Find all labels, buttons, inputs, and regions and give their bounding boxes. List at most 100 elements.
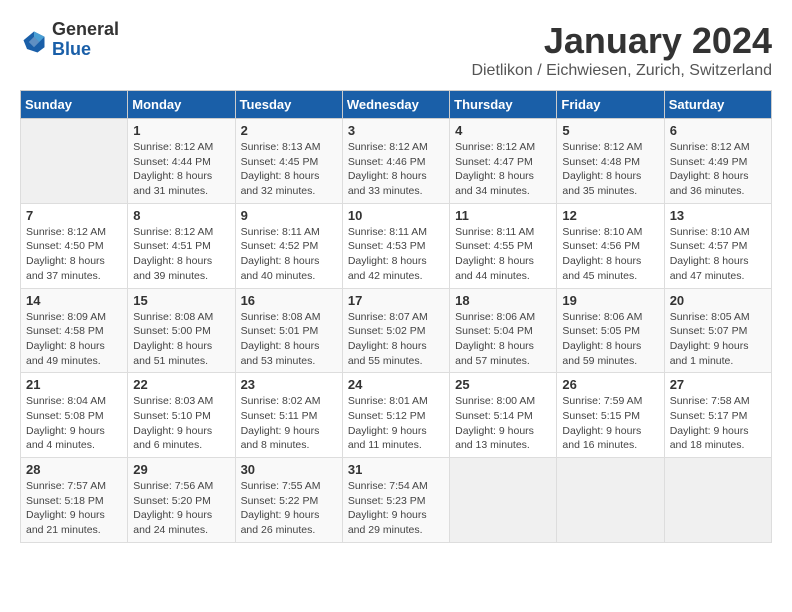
- calendar-cell: [664, 458, 771, 543]
- day-detail: Sunrise: 8:12 AMSunset: 4:51 PMDaylight:…: [133, 225, 229, 284]
- column-header-sunday: Sunday: [21, 91, 128, 119]
- day-detail: Sunrise: 8:12 AMSunset: 4:50 PMDaylight:…: [26, 225, 122, 284]
- calendar-cell: 15 Sunrise: 8:08 AMSunset: 5:00 PMDayligh…: [128, 288, 235, 373]
- calendar-cell: 24Sunrise: 8:01 AMSunset: 5:12 PMDayligh…: [342, 373, 449, 458]
- day-detail: Sunrise: 8:09 AMSunset: 4:58 PMDaylight:…: [26, 310, 122, 369]
- day-detail: Sunrise: 7:58 AMSunset: 5:17 PMDaylight:…: [670, 394, 766, 453]
- column-header-monday: Monday: [128, 91, 235, 119]
- day-detail: Sunrise: 8:07 AMSunset: 5:02 PMDaylight:…: [348, 310, 444, 369]
- column-header-wednesday: Wednesday: [342, 91, 449, 119]
- calendar-cell: 5 Sunrise: 8:12 AMSunset: 4:48 PMDaylight…: [557, 119, 664, 204]
- day-number: 17: [348, 293, 444, 308]
- day-detail: Sunrise: 7:55 AMSunset: 5:22 PMDaylight:…: [241, 479, 337, 538]
- column-header-thursday: Thursday: [450, 91, 557, 119]
- day-number: 31: [348, 462, 444, 477]
- calendar-cell: 19Sunrise: 8:06 AMSunset: 5:05 PMDayligh…: [557, 288, 664, 373]
- day-number: 8: [133, 208, 229, 223]
- logo-icon: [20, 28, 48, 56]
- day-detail: Sunrise: 8:12 AMSunset: 4:46 PMDaylight:…: [348, 140, 444, 199]
- calendar-cell: 12 Sunrise: 8:10 AMSunset: 4:56 PMDayligh…: [557, 203, 664, 288]
- calendar-cell: 22 Sunrise: 8:03 AMSunset: 5:10 PMDayligh…: [128, 373, 235, 458]
- calendar-cell: 8 Sunrise: 8:12 AMSunset: 4:51 PMDaylight…: [128, 203, 235, 288]
- day-number: 28: [26, 462, 122, 477]
- calendar-cell: 21Sunrise: 8:04 AMSunset: 5:08 PMDayligh…: [21, 373, 128, 458]
- day-number: 9: [241, 208, 337, 223]
- day-number: 24: [348, 377, 444, 392]
- day-number: 22: [133, 377, 229, 392]
- calendar-cell: 7 Sunrise: 8:12 AMSunset: 4:50 PMDaylight…: [21, 203, 128, 288]
- day-number: 20: [670, 293, 766, 308]
- calendar-week-1: 1 Sunrise: 8:12 AMSunset: 4:44 PMDaylight…: [21, 119, 772, 204]
- location: Dietlikon / Eichwiesen, Zurich, Switzerl…: [471, 62, 772, 80]
- calendar-week-5: 28 Sunrise: 7:57 AMSunset: 5:18 PMDayligh…: [21, 458, 772, 543]
- calendar-cell: 6Sunrise: 8:12 AMSunset: 4:49 PMDaylight…: [664, 119, 771, 204]
- logo-text: General Blue: [52, 20, 119, 60]
- day-number: 12: [562, 208, 658, 223]
- calendar-cell: 30 Sunrise: 7:55 AMSunset: 5:22 PMDayligh…: [235, 458, 342, 543]
- day-number: 11: [455, 208, 551, 223]
- day-number: 1: [133, 123, 229, 138]
- day-detail: Sunrise: 8:08 AMSunset: 5:01 PMDaylight:…: [241, 310, 337, 369]
- day-detail: Sunrise: 8:11 AMSunset: 4:53 PMDaylight:…: [348, 225, 444, 284]
- calendar-cell: 11 Sunrise: 8:11 AMSunset: 4:55 PMDayligh…: [450, 203, 557, 288]
- calendar-cell: 10 Sunrise: 8:11 AMSunset: 4:53 PMDayligh…: [342, 203, 449, 288]
- day-number: 29: [133, 462, 229, 477]
- day-number: 23: [241, 377, 337, 392]
- day-detail: Sunrise: 8:08 AMSunset: 5:00 PMDaylight:…: [133, 310, 229, 369]
- calendar-cell: 31 Sunrise: 7:54 AMSunset: 5:23 PMDayligh…: [342, 458, 449, 543]
- calendar-cell: 1 Sunrise: 8:12 AMSunset: 4:44 PMDaylight…: [128, 119, 235, 204]
- day-detail: Sunrise: 8:04 AMSunset: 5:08 PMDaylight:…: [26, 394, 122, 453]
- calendar-header-row: SundayMondayTuesdayWednesdayThursdayFrid…: [21, 91, 772, 119]
- day-number: 30: [241, 462, 337, 477]
- day-number: 10: [348, 208, 444, 223]
- day-detail: Sunrise: 8:03 AMSunset: 5:10 PMDaylight:…: [133, 394, 229, 453]
- calendar-cell: 2Sunrise: 8:13 AMSunset: 4:45 PMDaylight…: [235, 119, 342, 204]
- day-detail: Sunrise: 8:12 AMSunset: 4:44 PMDaylight:…: [133, 140, 229, 199]
- day-detail: Sunrise: 8:00 AMSunset: 5:14 PMDaylight:…: [455, 394, 551, 453]
- day-detail: Sunrise: 8:10 AMSunset: 4:56 PMDaylight:…: [562, 225, 658, 284]
- day-number: 19: [562, 293, 658, 308]
- calendar-cell: [450, 458, 557, 543]
- day-number: 27: [670, 377, 766, 392]
- day-number: 18: [455, 293, 551, 308]
- day-number: 5: [562, 123, 658, 138]
- day-number: 7: [26, 208, 122, 223]
- page-header: General Blue January 2024 Dietlikon / Ei…: [20, 20, 772, 80]
- logo-general: General: [52, 20, 119, 40]
- day-detail: Sunrise: 7:54 AMSunset: 5:23 PMDaylight:…: [348, 479, 444, 538]
- day-detail: Sunrise: 8:10 AMSunset: 4:57 PMDaylight:…: [670, 225, 766, 284]
- day-number: 4: [455, 123, 551, 138]
- day-detail: Sunrise: 7:56 AMSunset: 5:20 PMDaylight:…: [133, 479, 229, 538]
- day-detail: Sunrise: 8:12 AMSunset: 4:48 PMDaylight:…: [562, 140, 658, 199]
- calendar-cell: [21, 119, 128, 204]
- day-number: 26: [562, 377, 658, 392]
- calendar-cell: 4 Sunrise: 8:12 AMSunset: 4:47 PMDaylight…: [450, 119, 557, 204]
- column-header-friday: Friday: [557, 91, 664, 119]
- day-detail: Sunrise: 8:13 AMSunset: 4:45 PMDaylight:…: [241, 140, 337, 199]
- calendar-week-4: 21Sunrise: 8:04 AMSunset: 5:08 PMDayligh…: [21, 373, 772, 458]
- calendar-cell: 25 Sunrise: 8:00 AMSunset: 5:14 PMDayligh…: [450, 373, 557, 458]
- day-number: 25: [455, 377, 551, 392]
- calendar-cell: 13 Sunrise: 8:10 AMSunset: 4:57 PMDayligh…: [664, 203, 771, 288]
- calendar-cell: 29 Sunrise: 7:56 AMSunset: 5:20 PMDayligh…: [128, 458, 235, 543]
- calendar-cell: 28 Sunrise: 7:57 AMSunset: 5:18 PMDayligh…: [21, 458, 128, 543]
- day-detail: Sunrise: 8:11 AMSunset: 4:52 PMDaylight:…: [241, 225, 337, 284]
- day-detail: Sunrise: 8:11 AMSunset: 4:55 PMDaylight:…: [455, 225, 551, 284]
- logo-blue: Blue: [52, 40, 119, 60]
- calendar-cell: 23 Sunrise: 8:02 AMSunset: 5:11 PMDayligh…: [235, 373, 342, 458]
- calendar-week-3: 14 Sunrise: 8:09 AMSunset: 4:58 PMDayligh…: [21, 288, 772, 373]
- calendar-cell: 27 Sunrise: 7:58 AMSunset: 5:17 PMDayligh…: [664, 373, 771, 458]
- day-number: 15: [133, 293, 229, 308]
- column-header-tuesday: Tuesday: [235, 91, 342, 119]
- day-detail: Sunrise: 8:12 AMSunset: 4:47 PMDaylight:…: [455, 140, 551, 199]
- title-block: January 2024 Dietlikon / Eichwiesen, Zur…: [471, 20, 772, 80]
- calendar-cell: 14 Sunrise: 8:09 AMSunset: 4:58 PMDayligh…: [21, 288, 128, 373]
- day-detail: Sunrise: 8:06 AMSunset: 5:04 PMDaylight:…: [455, 310, 551, 369]
- day-number: 6: [670, 123, 766, 138]
- day-number: 14: [26, 293, 122, 308]
- day-detail: Sunrise: 7:57 AMSunset: 5:18 PMDaylight:…: [26, 479, 122, 538]
- day-number: 13: [670, 208, 766, 223]
- day-detail: Sunrise: 8:02 AMSunset: 5:11 PMDaylight:…: [241, 394, 337, 453]
- calendar-cell: 26Sunrise: 7:59 AMSunset: 5:15 PMDayligh…: [557, 373, 664, 458]
- calendar-cell: 3Sunrise: 8:12 AMSunset: 4:46 PMDaylight…: [342, 119, 449, 204]
